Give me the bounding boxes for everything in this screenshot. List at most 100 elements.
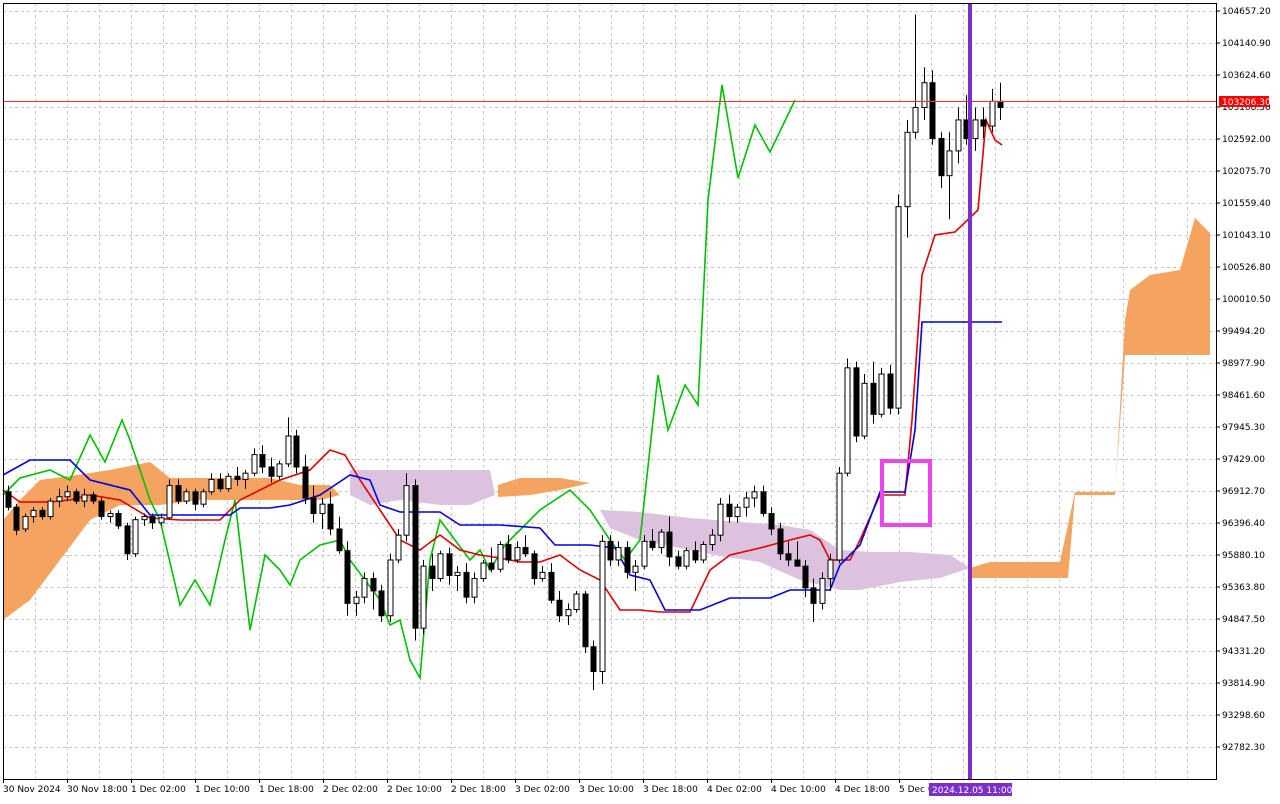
price-tick-label: 96396.40 [1222, 519, 1265, 529]
time-tick-label: 4 Dec 02:00 [707, 785, 762, 795]
candle-bull [827, 559, 834, 580]
time-tick-label: 2 Dec 18:00 [451, 785, 506, 795]
candle-bull [361, 578, 368, 598]
candle-bull [514, 547, 521, 561]
plot-frame [3, 3, 1217, 780]
price-tick-label: 100526.80 [1222, 263, 1271, 273]
candle-bear [234, 475, 241, 480]
candle-bear [302, 466, 309, 499]
candle-bear [336, 528, 343, 552]
time-tick-label: 3 Dec 18:00 [643, 785, 698, 795]
candle-bull [480, 562, 487, 580]
candle-bear [531, 553, 538, 580]
time-tick-label: 1 Dec 18:00 [259, 785, 314, 795]
candle-bull [225, 475, 232, 490]
candle-bull [403, 485, 410, 536]
candle-bear [726, 503, 733, 518]
candle-bear [505, 543, 512, 561]
candle-bear [853, 367, 860, 437]
candle-bear [777, 528, 784, 555]
candle-bear [39, 509, 46, 518]
candle-bull [700, 543, 707, 561]
price-tick-label: 102592.00 [1222, 135, 1271, 145]
time-tick-label: 3 Dec 02:00 [515, 785, 570, 795]
time-tick-label: 4 Dec 10:00 [771, 785, 826, 795]
time-tick-label: 30 Nov 2024 [3, 785, 61, 795]
candle-bull [353, 596, 360, 604]
candle-bull [208, 478, 215, 493]
price-tick-label: 97429.00 [1222, 455, 1265, 465]
candle-bull [836, 472, 843, 561]
candle-bear [378, 590, 385, 617]
candle-bear [488, 562, 495, 570]
highlight-box [880, 459, 932, 527]
time-axis: 30 Nov 2024 30 Nov 18:00 1 Dec 02:00 1 Dec … [3, 779, 942, 795]
time-tick-label: 2 Dec 02:00 [323, 785, 378, 795]
candle-bear [327, 503, 334, 530]
candle-bull [615, 547, 622, 561]
candle-bear [980, 119, 987, 127]
candle-bull [242, 472, 249, 480]
price-tick-label: 92782.30 [1222, 743, 1265, 753]
candle-bear [548, 571, 555, 601]
candle-bear [149, 516, 156, 524]
price-tick-label: 93814.90 [1222, 679, 1265, 689]
candle-bear [124, 525, 131, 555]
candle-bull [22, 516, 29, 530]
price-tick-label: 94331.20 [1222, 647, 1265, 657]
candle-bull [539, 571, 546, 580]
candle-bull [989, 100, 996, 127]
price-tick-label: 95363.80 [1222, 583, 1265, 593]
candle-bear [624, 547, 631, 573]
overlays [3, 3, 1217, 780]
candle-bear [98, 500, 105, 518]
candle-bull [132, 519, 139, 555]
candle-bear [293, 435, 300, 468]
candle-bull [166, 485, 173, 519]
candle-bull [683, 550, 690, 567]
candle-bull [946, 150, 953, 177]
price-tick-label: 104657.20 [1222, 7, 1271, 17]
candle-bull [878, 373, 885, 415]
candle-bear [344, 550, 351, 604]
price-axis: 104657.20104140.90103624.60103108.301025… [1216, 7, 1271, 753]
candle-bull [972, 119, 979, 140]
candle-bull [420, 565, 427, 629]
candlestick-chart[interactable]: 104657.20 104140.90 103624.60 103108.30 1025… [0, 0, 1280, 800]
candle-bull [200, 491, 207, 505]
candle-bear [217, 478, 224, 490]
indicator-line [2, 84, 796, 681]
candle-bull [819, 578, 826, 604]
candle-bull [658, 531, 665, 549]
candle-bull [861, 382, 868, 437]
candle-bull [599, 540, 606, 673]
price-tick-label: 103624.60 [1222, 71, 1271, 81]
candle-bull [183, 491, 190, 502]
candle-bull [904, 131, 911, 208]
candle-bull [844, 367, 851, 474]
candle-bear [115, 512, 122, 527]
price-tick-label: 104140.90 [1222, 39, 1271, 49]
candle-bear [590, 646, 597, 673]
time-tick-label: 30 Nov 18:00 [67, 785, 128, 795]
candle-bear [192, 491, 199, 505]
candle-bull [387, 559, 394, 617]
candle-bear [810, 587, 817, 604]
candle-bull [751, 491, 758, 499]
candle-bear [429, 565, 436, 580]
candle-bull [437, 553, 444, 580]
grid [3, 3, 1216, 779]
candle-bear [785, 553, 792, 561]
candle-bull [158, 517, 165, 524]
candle-bear [582, 593, 589, 648]
candle-bull [276, 463, 283, 477]
candle-bear [870, 382, 877, 415]
candle-bear [463, 571, 470, 598]
time-tick-label: 1 Dec 10:00 [195, 785, 250, 795]
candle-bull [471, 578, 478, 598]
price-tick-label: 98461.60 [1222, 391, 1265, 401]
candle-bear [446, 553, 453, 576]
candle-bear [259, 454, 266, 468]
candle-bear [692, 550, 699, 561]
price-tick-label: 96912.70 [1222, 487, 1265, 497]
